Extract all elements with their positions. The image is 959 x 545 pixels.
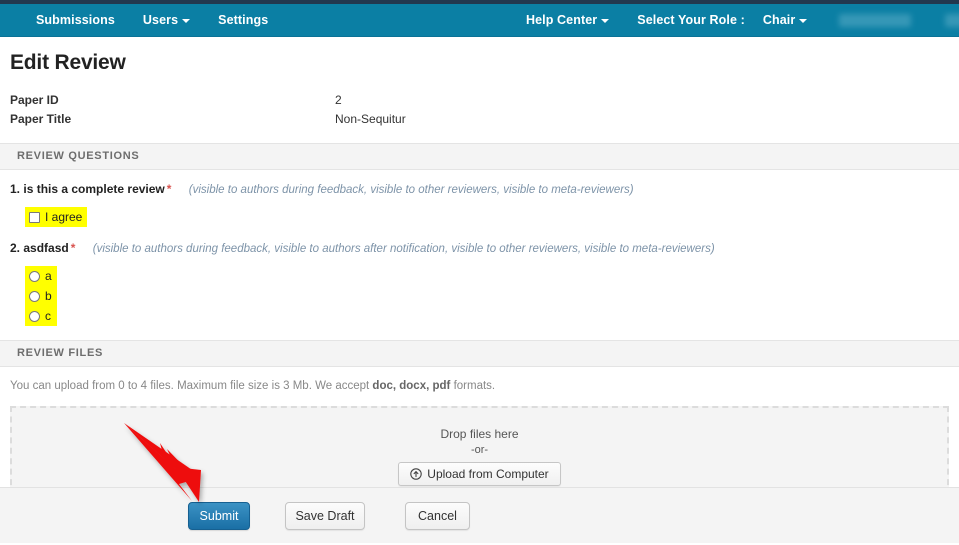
chevron-down-icon — [799, 18, 808, 23]
question-1-header: 1. is this a complete review * (visible t… — [10, 182, 949, 198]
section-header-review-questions-label: REVIEW QUESTIONS — [17, 150, 140, 162]
paper-meta: Paper ID 2 Paper Title Non-Sequitur — [0, 91, 959, 129]
question-2-option-c[interactable]: c — [25, 306, 57, 326]
meta-row-paper-title: Paper Title Non-Sequitur — [10, 110, 959, 129]
review-files-note: You can upload from 0 to 4 files. Maximu… — [0, 367, 959, 394]
nav-item-help-center-label: Help Center — [526, 13, 598, 27]
question-2-option-c-label: c — [45, 309, 51, 323]
section-header-review-files-label: REVIEW FILES — [17, 347, 104, 359]
nav-item-settings[interactable]: Settings — [204, 4, 282, 36]
role-selector-value: Chair — [762, 13, 796, 27]
upload-from-computer-label: Upload from Computer — [427, 467, 549, 481]
redacted-nav-item-1[interactable] — [839, 13, 912, 27]
cancel-button[interactable]: Cancel — [405, 501, 470, 530]
review-files-note-prefix: You can upload from 0 to 4 files. Maximu… — [10, 380, 373, 392]
paper-title-label: Paper Title — [10, 112, 72, 126]
main-navbar: Submissions Users Settings Help Center S… — [0, 4, 959, 37]
question-1-required-marker: * — [166, 182, 172, 196]
radio-icon[interactable] — [29, 270, 40, 282]
role-prompt-label: Select Your Role : — [623, 4, 749, 36]
question-1-text: is this a complete review — [23, 182, 165, 196]
question-1-options: I agree — [25, 207, 88, 227]
section-header-review-questions: REVIEW QUESTIONS — [0, 143, 959, 170]
section-header-review-files: REVIEW FILES — [0, 340, 959, 367]
radio-icon[interactable] — [29, 290, 40, 302]
redacted-nav-item-2[interactable] — [945, 13, 959, 27]
question-2-visibility-note: (visible to authors during feedback, vis… — [92, 243, 715, 255]
nav-item-help-center[interactable]: Help Center — [512, 4, 623, 36]
navbar-right-group: Help Center Select Your Role : Chair — [512, 4, 959, 36]
paper-title-value: Non-Sequitur — [335, 112, 406, 126]
role-selector[interactable]: Chair — [749, 4, 821, 36]
nav-item-submissions-label: Submissions — [36, 13, 115, 27]
chevron-down-icon — [601, 18, 610, 23]
question-2-number: 2. — [10, 241, 21, 255]
question-2-option-b-label: b — [45, 289, 52, 303]
upload-from-computer-button[interactable]: Upload from Computer — [398, 462, 561, 486]
review-files-accepted-formats: doc, docx, pdf — [372, 380, 451, 392]
navbar-left-group: Submissions Users Settings — [30, 4, 282, 36]
question-1: 1. is this a complete review * (visible t… — [10, 182, 949, 227]
save-draft-button[interactable]: Save Draft — [285, 501, 365, 530]
question-1-number: 1. — [10, 182, 21, 196]
dropzone-or-text: -or- — [470, 444, 489, 456]
nav-item-settings-label: Settings — [218, 13, 269, 27]
question-2-options: a b c — [25, 266, 57, 326]
radio-icon[interactable] — [29, 310, 40, 322]
question-1-highlight: I agree — [25, 207, 88, 227]
question-1-visibility-note: (visible to authors during feedback, vis… — [188, 184, 634, 196]
question-1-option-i-agree-label: I agree — [45, 210, 83, 224]
meta-row-paper-id: Paper ID 2 — [10, 91, 959, 110]
nav-item-users[interactable]: Users — [129, 4, 204, 36]
role-prompt-text: Select Your Role : — [637, 13, 745, 27]
question-2: 2. asdfasd * (visible to authors during f… — [10, 241, 949, 326]
submit-button[interactable]: Submit — [188, 501, 250, 530]
page-title: Edit Review — [10, 51, 126, 74]
review-files-note-suffix: formats. — [450, 380, 496, 392]
dropzone-drop-text: Drop files here — [440, 427, 519, 441]
chevron-down-icon — [182, 18, 191, 23]
question-2-header: 2. asdfasd * (visible to authors during f… — [10, 241, 949, 257]
paper-id-value: 2 — [335, 93, 342, 107]
question-2-text: asdfasd — [23, 241, 69, 255]
question-2-option-a[interactable]: a — [25, 266, 57, 286]
question-1-option-i-agree[interactable]: I agree — [25, 207, 87, 227]
question-2-highlight: a b c — [25, 266, 57, 326]
upload-circle-icon — [410, 468, 423, 480]
paper-id-label: Paper ID — [10, 93, 59, 107]
checkbox-icon[interactable] — [29, 211, 40, 223]
question-2-required-marker: * — [70, 241, 76, 255]
form-footer-actions: Submit Save Draft Cancel — [0, 487, 959, 543]
question-2-option-b[interactable]: b — [25, 286, 57, 306]
nav-item-submissions[interactable]: Submissions — [30, 4, 129, 36]
nav-item-users-label: Users — [142, 13, 179, 27]
review-questions-list: 1. is this a complete review * (visible t… — [0, 182, 959, 326]
question-2-option-a-label: a — [45, 269, 52, 283]
